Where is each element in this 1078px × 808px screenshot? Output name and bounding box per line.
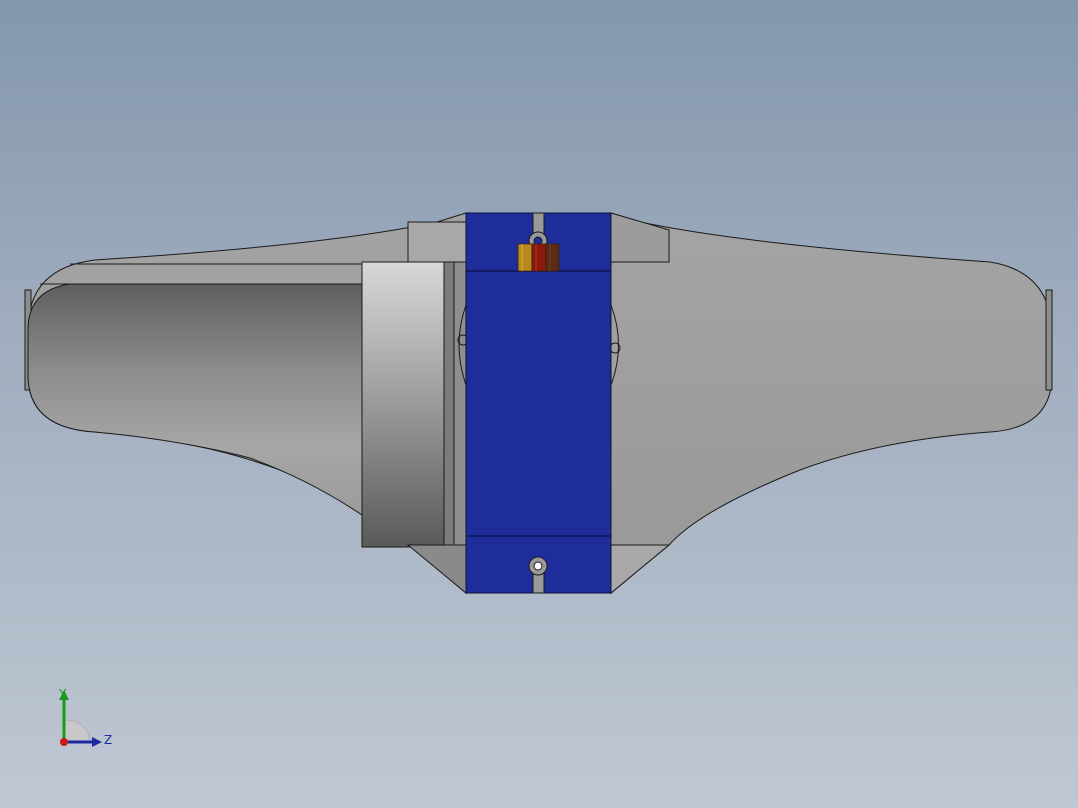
right-body-shell [610,212,1053,595]
graphics-viewport[interactable]: Y Z [0,0,1078,808]
collar-gap [453,261,467,548]
triad-z-arrow [92,737,102,747]
triad-quadrant [63,719,91,743]
bracket-bottom-right [610,544,671,595]
triad-z-label: Z [104,733,112,747]
servo-output-gear[interactable] [517,243,560,272]
triad-x-origin [60,738,68,746]
right-end-tab [1045,289,1053,391]
left-barrel [27,283,363,516]
orientation-triad[interactable]: Y Z [48,684,128,754]
bracket-top-right [610,212,670,263]
model-view[interactable] [0,0,1078,808]
bracket-top-left [407,221,467,263]
bracket-bottom-left [406,544,467,595]
collar-ring-inner [443,261,455,548]
collar-ring [361,261,445,548]
triad-y-label: Y [58,687,67,701]
